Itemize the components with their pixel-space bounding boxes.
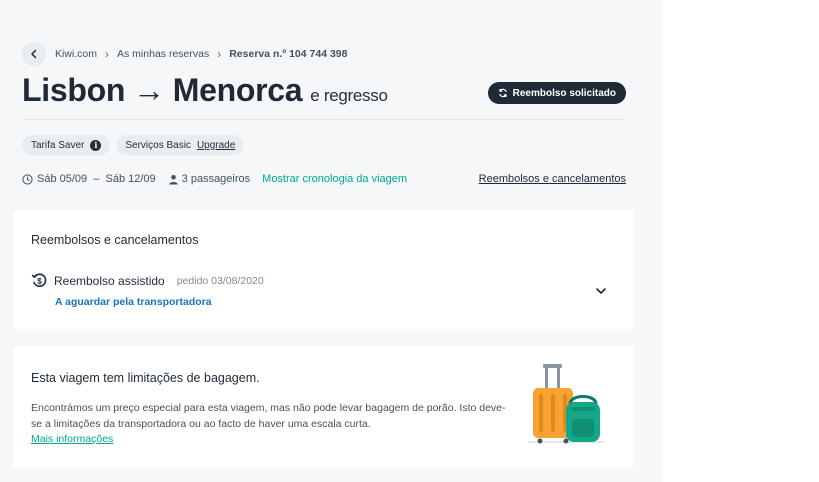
destination-city: Menorca — [172, 72, 303, 108]
refund-type: Reembolso assistido — [54, 273, 165, 288]
refunds-link[interactable]: Reembolsos e cancelamentos — [479, 173, 626, 185]
refresh-icon — [498, 88, 507, 98]
status-badge: Reembolso solicitado — [487, 82, 626, 104]
show-timeline-link[interactable]: Mostrar cronologia da viagem — [262, 173, 407, 185]
passengers-text: 3 passageiros — [181, 173, 251, 185]
blank-area — [662, 0, 819, 482]
chevron-right-icon: › — [217, 47, 222, 61]
chevron-left-icon — [31, 49, 37, 59]
svg-text:$: $ — [37, 277, 42, 286]
user-icon — [168, 174, 178, 184]
luggage-illustration-icon — [528, 364, 604, 444]
chevron-down-icon[interactable] — [594, 284, 608, 298]
refund-status: A aguardar pela transportadora — [55, 296, 212, 308]
trip-type: e regresso — [310, 86, 388, 105]
trip-dates-text: Sáb 05/09 – Sáb 12/09 — [37, 173, 156, 185]
refund-history-icon: $ — [31, 273, 47, 287]
booking-panel: Kiwi.com › As minhas reservas › Reserva … — [0, 0, 662, 482]
divider — [22, 119, 626, 120]
refund-request-date: pedido 03/08/2020 — [176, 274, 264, 287]
baggage-card: Esta viagem tem limitações de bagagem. E… — [13, 346, 634, 469]
refunds-card-title: Reembolsos e cancelamentos — [31, 233, 199, 247]
passengers: 3 passageiros — [168, 173, 251, 185]
breadcrumb: Kiwi.com › As minhas reservas › Reserva … — [22, 42, 347, 66]
clock-icon — [22, 173, 33, 185]
breadcrumb-current: Reserva n.º 104 744 398 — [229, 48, 348, 60]
fare-tag-label: Tarifa Saver — [31, 139, 85, 151]
trip-meta: Sáb 05/09 – Sáb 12/09 3 passageiros Most… — [22, 170, 626, 188]
origin-city: Lisbon — [22, 72, 126, 108]
baggage-card-title: Esta viagem tem limitações de bagagem. — [31, 371, 260, 385]
back-button[interactable] — [22, 42, 46, 66]
breadcrumb-bookings-link[interactable]: As minhas reservas — [117, 48, 209, 60]
title-row: Lisbon → Menorca e regresso Reembolso so… — [22, 72, 626, 116]
refund-row: $ Reembolso assistido pedido 03/08/2020 — [31, 272, 264, 289]
services-tag-label: Serviços Basic — [125, 139, 191, 151]
refunds-card: Reembolsos e cancelamentos $ Reembolso a… — [13, 210, 634, 329]
fare-tag[interactable]: Tarifa Saver i — [22, 135, 111, 155]
trip-dates: Sáb 05/09 – Sáb 12/09 — [22, 173, 156, 185]
more-info-link[interactable]: Mais informações — [31, 433, 113, 445]
services-tag: Serviços Basic Upgrade — [116, 135, 245, 155]
upgrade-link[interactable]: Upgrade — [197, 140, 235, 151]
arrow-right-icon: → — [133, 72, 165, 108]
baggage-description: Encontrámos um preço especial para esta … — [31, 402, 506, 430]
fare-tags: Tarifa Saver i Serviços Basic Upgrade — [22, 135, 245, 155]
status-label: Reembolso solicitado — [512, 87, 616, 99]
breadcrumb-home-link[interactable]: Kiwi.com — [55, 48, 97, 60]
chevron-right-icon: › — [105, 47, 110, 61]
info-icon[interactable]: i — [90, 139, 102, 151]
